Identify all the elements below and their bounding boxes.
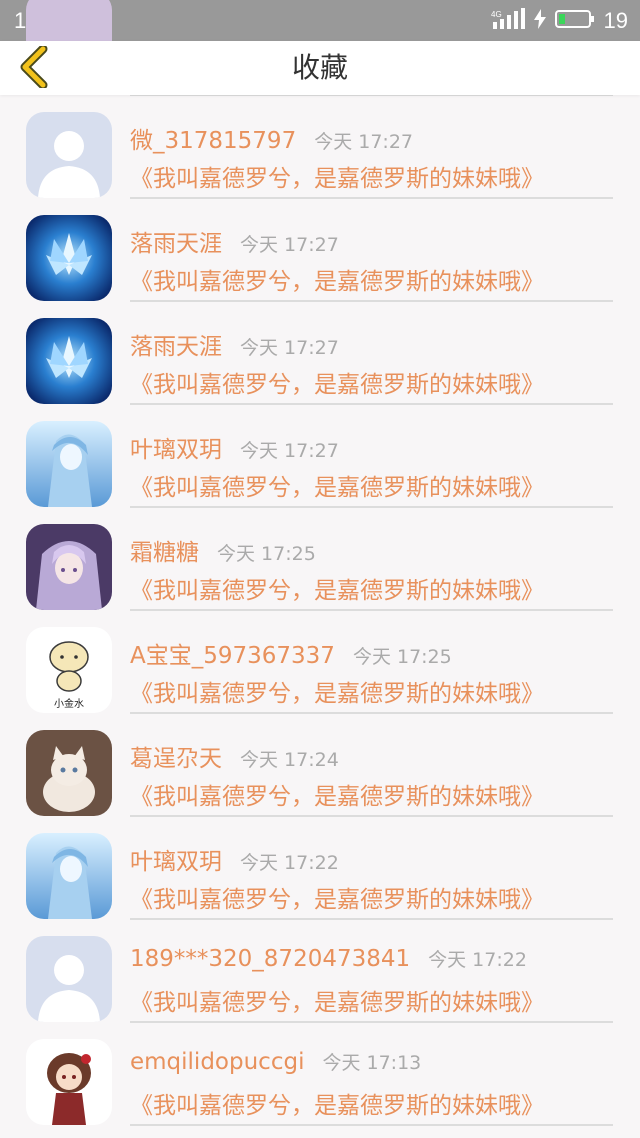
item-time: 今天 17:22 xyxy=(428,949,527,971)
avatar xyxy=(26,318,112,404)
item-name: 叶璃双玥 今天 17:22 xyxy=(130,842,339,876)
item-name-text: 落雨天涯 xyxy=(130,231,222,257)
item-divider xyxy=(130,1124,613,1126)
avatar: 小金水 xyxy=(26,627,112,713)
item-time: 今天 17:27 xyxy=(240,234,339,256)
list-item[interactable]: 叶璃双玥 今天 17:27 《我叫嘉德罗兮，是嘉德罗斯的妹妹哦》 xyxy=(0,404,640,508)
favorites-list: 微_317815797 今天 17:27 《我叫嘉德罗兮，是嘉德罗斯的妹妹哦》 落… xyxy=(0,0,640,1138)
item-name: 葛逞尕天 今天 17:24 xyxy=(130,739,339,773)
avatar xyxy=(26,524,112,610)
item-time: 今天 17:25 xyxy=(217,543,316,565)
cartoon-xiaojinshui-icon: 小金水 xyxy=(26,627,112,713)
item-name-text: 叶璃双玥 xyxy=(130,849,222,875)
item-name-text: emqilidopuccgi xyxy=(130,1049,305,1075)
avatar-caption: 小金水 xyxy=(54,697,84,710)
avatar xyxy=(26,215,112,301)
item-time: 今天 17:13 xyxy=(322,1052,422,1074)
item-name: A宝宝_597367337 今天 17:25 xyxy=(130,636,452,670)
item-text: 《我叫嘉德罗兮，是嘉德罗斯的妹妹哦》 xyxy=(130,269,544,295)
page-title: 收藏 xyxy=(291,51,348,84)
item-text: 《我叫嘉德罗兮，是嘉德罗斯的妹妹哦》 xyxy=(130,166,544,192)
item-name-text: 落雨天涯 xyxy=(130,334,222,360)
anime-purple-girl-icon xyxy=(26,524,112,610)
item-text: 《我叫嘉德罗兮，是嘉德罗斯的妹妹哦》 xyxy=(130,475,544,501)
item-time: 今天 17:24 xyxy=(240,749,339,771)
item-name-text: 叶璃双玥 xyxy=(130,437,222,463)
item-time: 今天 17:27 xyxy=(240,440,339,462)
item-name-text: 微_317815797 xyxy=(130,128,297,154)
item-text: 《我叫嘉德罗兮，是嘉德罗斯的妹妹哦》 xyxy=(130,681,544,707)
item-name: 落雨天涯 今天 17:27 xyxy=(130,224,339,258)
avatar xyxy=(26,112,112,198)
cat-icon xyxy=(26,730,112,816)
avatar xyxy=(26,1039,112,1125)
default-person-icon xyxy=(26,936,112,1022)
avatar xyxy=(26,833,112,919)
list-item[interactable]: 霜糖糖 今天 17:25 《我叫嘉德罗兮，是嘉德罗斯的妹妹哦》 xyxy=(0,507,640,611)
item-name: 落雨天涯 今天 17:27 xyxy=(130,327,339,361)
avatar xyxy=(26,730,112,816)
item-time: 今天 17:27 xyxy=(240,337,339,359)
list-item[interactable]: 葛逞尕天 今天 17:24 《我叫嘉德罗兮，是嘉德罗斯的妹妹哦》 xyxy=(0,713,640,817)
list-item[interactable]: 落雨天涯 今天 17:27 《我叫嘉德罗兮，是嘉德罗斯的妹妹哦》 xyxy=(0,198,640,302)
list-item[interactable]: 叶璃双玥 今天 17:22 《我叫嘉德罗兮，是嘉德罗斯的妹妹哦》 xyxy=(0,816,640,920)
item-name: 叶璃双玥 今天 17:27 xyxy=(130,430,339,464)
item-text: 《我叫嘉德罗兮，是嘉德罗斯的妹妹哦》 xyxy=(130,990,544,1016)
list-item[interactable]: 189***320_8720473841 今天 17:22 《我叫嘉德罗兮，是嘉德… xyxy=(0,919,640,1023)
item-text: 《我叫嘉德罗兮，是嘉德罗斯的妹妹哦》 xyxy=(130,578,544,604)
default-person-icon xyxy=(26,112,112,198)
item-name-text: 葛逞尕天 xyxy=(130,746,222,772)
item-text: 《我叫嘉德罗兮，是嘉德罗斯的妹妹哦》 xyxy=(130,372,544,398)
item-time: 今天 17:27 xyxy=(314,131,413,153)
list-item[interactable]: 落雨天涯 今天 17:27 《我叫嘉德罗兮，是嘉德罗斯的妹妹哦》 xyxy=(0,301,640,405)
item-name-text: 霜糖糖 xyxy=(130,540,199,566)
item-name: 189***320_8720473841 今天 17:22 xyxy=(130,945,527,972)
list-item[interactable]: emqilidopuccgi 今天 17:13 《我叫嘉德罗兮，是嘉德罗斯的妹妹哦… xyxy=(0,1022,640,1126)
blue-crystal-flower-icon xyxy=(26,215,112,301)
item-name: 微_317815797 今天 17:27 xyxy=(130,121,413,155)
item-name-text: 189***320_8720473841 xyxy=(130,946,411,972)
item-time: 今天 17:25 xyxy=(352,646,452,668)
list-item[interactable]: 小金水 A宝宝_597367337 今天 17:25 《我叫嘉德罗兮，是嘉德罗斯的… xyxy=(0,610,640,714)
avatar xyxy=(26,421,112,507)
title-bar: 收藏 xyxy=(0,41,640,95)
anime-blue-hair-icon xyxy=(26,833,112,919)
item-name: 霜糖糖 今天 17:25 xyxy=(130,533,316,567)
item-name: emqilidopuccgi 今天 17:13 xyxy=(130,1048,421,1075)
item-name-text: A宝宝_597367337 xyxy=(130,643,335,669)
avatar xyxy=(26,936,112,1022)
blue-crystal-flower-icon xyxy=(26,318,112,404)
item-time: 今天 17:22 xyxy=(240,852,339,874)
chibi-girl-icon xyxy=(26,1039,112,1125)
item-text: 《我叫嘉德罗兮，是嘉德罗斯的妹妹哦》 xyxy=(130,1093,544,1119)
list-item[interactable]: 微_317815797 今天 17:27 《我叫嘉德罗兮，是嘉德罗斯的妹妹哦》 xyxy=(0,95,640,199)
anime-blue-hair-icon xyxy=(26,421,112,507)
item-text: 《我叫嘉德罗兮，是嘉德罗斯的妹妹哦》 xyxy=(130,784,544,810)
item-text: 《我叫嘉德罗兮，是嘉德罗斯的妹妹哦》 xyxy=(130,887,544,913)
